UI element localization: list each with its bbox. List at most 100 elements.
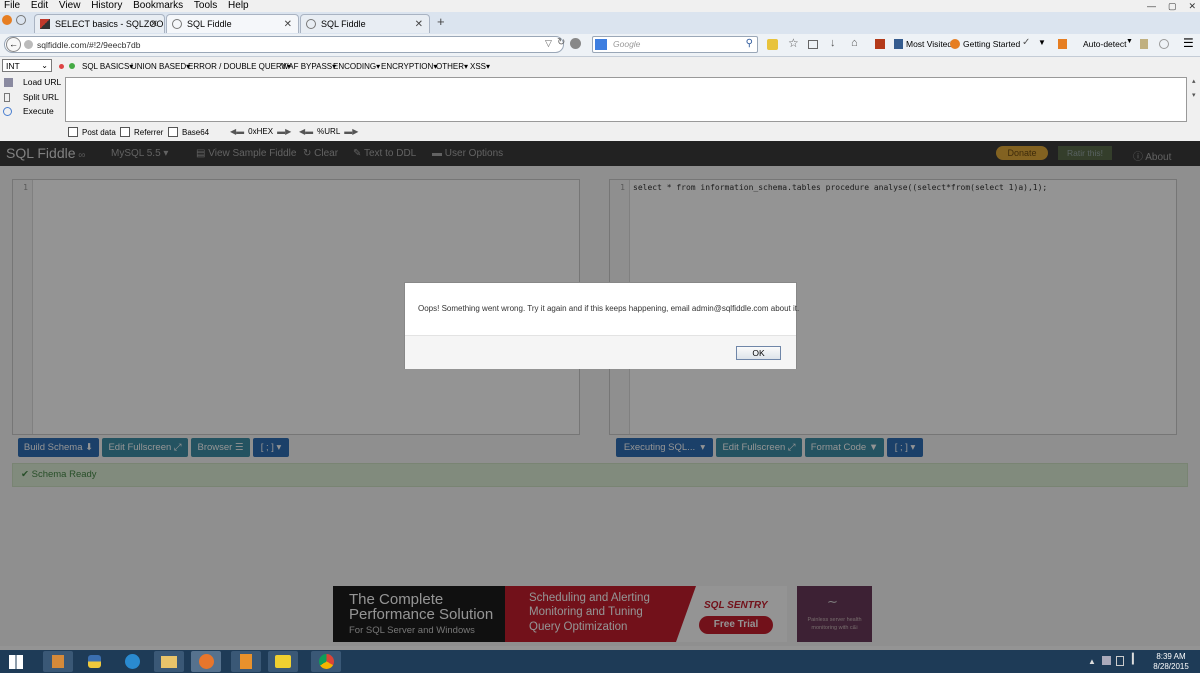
show-hidden-icons-icon[interactable]: ▲ (1088, 657, 1096, 666)
close-window-icon[interactable]: ✕ (1188, 1, 1196, 12)
sqlfiddle-favicon-icon (306, 19, 316, 29)
getting-started-icon (950, 39, 960, 49)
taskbar-app-icon[interactable] (43, 651, 73, 672)
taskbar-globe-icon[interactable] (117, 651, 147, 672)
reload-icon[interactable]: ↻ (557, 37, 565, 48)
search-icon[interactable]: ⚲ (746, 38, 753, 49)
left-arrow-icon[interactable]: ◀▬ (230, 127, 244, 136)
menu-edit[interactable]: Edit (31, 0, 48, 11)
ok-button[interactable]: OK (736, 346, 781, 360)
execute-button[interactable]: Execute (23, 106, 54, 116)
new-tab-icon[interactable]: + (437, 14, 445, 29)
extension-icon[interactable] (875, 39, 885, 49)
notes-icon[interactable] (1140, 39, 1148, 49)
site-identity-icon[interactable] (24, 40, 33, 49)
auto-detect-menu[interactable]: Auto-detect (1083, 39, 1126, 49)
tab-label: SQL Fiddle (187, 19, 232, 29)
tray-app-icon[interactable] (1102, 656, 1111, 665)
noscript-icon[interactable] (1159, 39, 1169, 49)
menu-tools[interactable]: Tools (194, 0, 217, 11)
close-tab-icon[interactable]: ✕ (415, 15, 423, 33)
post-data-checkbox[interactable]: Post data (68, 127, 116, 137)
taskbar-fw-icon[interactable] (268, 651, 298, 672)
most-visited-bookmark[interactable]: Most Visited (906, 39, 952, 49)
hackbar-menu-waf-bypass[interactable]: WAF BYPASS▾ (281, 62, 336, 71)
type-select[interactable]: INT ⌄ (2, 59, 52, 72)
taskbar-firefox-icon[interactable] (191, 651, 221, 672)
getting-started-bookmark[interactable]: Getting Started (963, 39, 1020, 49)
hackbar-menu-xss[interactable]: XSS▾ (470, 62, 490, 71)
overflow-arrow-icon[interactable]: ▼ (1038, 38, 1046, 47)
hackbar-menu-other[interactable]: OTHER▾ (436, 62, 468, 71)
right-arrow-icon[interactable]: ▬▶ (277, 127, 291, 136)
clock-time[interactable]: 8:39 AM (1151, 652, 1191, 661)
split-url-button[interactable]: Split URL (23, 92, 59, 102)
firebug-icon[interactable] (1058, 39, 1067, 49)
menu-view[interactable]: View (59, 0, 81, 11)
hackbar: INT ⌄ SQL BASICS▾ UNION BASED▾ ERROR / D… (0, 57, 1200, 141)
taskbar-sublime-icon[interactable] (231, 651, 261, 672)
checkbox-box[interactable] (168, 127, 178, 137)
taskbar-python-icon[interactable] (80, 651, 110, 672)
hamburger-menu-icon[interactable]: ☰ (1183, 36, 1194, 50)
hackbar-menu-union-based[interactable]: UNION BASED▾ (131, 62, 190, 71)
url-text[interactable]: sqlfiddle.com/#!2/9eecb7db (37, 39, 141, 51)
tab-sql-fiddle-active[interactable]: SQL Fiddle ✕ (166, 14, 299, 33)
hex-encode-control[interactable]: ◀▬ 0xHEX ▬▶ (230, 127, 291, 136)
disable-icon[interactable] (59, 64, 64, 69)
search-box[interactable]: Google ⚲ (592, 36, 758, 53)
enable-icon[interactable] (69, 63, 75, 69)
google-engine-icon[interactable] (595, 39, 607, 50)
bookmark-star-icon[interactable]: ☆ (788, 36, 799, 50)
hackbar-menu-encryption[interactable]: ENCRYPTION▾ (381, 62, 437, 71)
modal-footer: OK (405, 335, 796, 369)
right-arrow-icon[interactable]: ▬▶ (344, 127, 358, 136)
scroll-down-icon[interactable]: ▾ (1192, 91, 1196, 99)
addon-icon[interactable] (570, 38, 581, 49)
dropdown-arrow-icon[interactable]: ▼ (1126, 38, 1133, 45)
split-url-icon (4, 93, 10, 102)
tab-sqlzoo[interactable]: SELECT basics - SQLZOO ✕ (34, 14, 165, 33)
close-tab-icon[interactable]: ✕ (284, 15, 292, 33)
taskbar-chrome-icon[interactable] (311, 651, 341, 672)
tab-strip: SELECT basics - SQLZOO ✕ SQL Fiddle ✕ SQ… (0, 12, 1200, 35)
url-encode-control[interactable]: ◀▬ %URL ▬▶ (299, 127, 358, 136)
type-select-value: INT (6, 61, 20, 71)
back-icon[interactable]: ← (6, 37, 21, 52)
home-icon[interactable]: ⌂ (851, 37, 858, 49)
checkbox-label: Referrer (134, 127, 164, 137)
hackbar-menu-encoding[interactable]: ENCODING▾ (333, 62, 380, 71)
maximize-icon[interactable]: ▢ (1168, 1, 1177, 12)
sync-icon[interactable] (767, 39, 778, 50)
menu-help[interactable]: Help (228, 0, 249, 11)
hackbar-url-textarea[interactable] (65, 77, 1187, 122)
checkbox-box[interactable] (120, 127, 130, 137)
load-url-button[interactable]: Load URL (23, 77, 61, 87)
network-icon[interactable]: ▎ (1132, 654, 1140, 665)
menu-bookmarks[interactable]: Bookmarks (133, 0, 183, 11)
url-bar[interactable]: ← sqlfiddle.com/#!2/9eecb7db ▽ ↻ (4, 36, 565, 53)
scroll-up-icon[interactable]: ▴ (1192, 77, 1196, 85)
bookmarks-list-icon[interactable] (808, 40, 818, 49)
windows-start-icon[interactable] (9, 655, 23, 669)
tray-flag-icon[interactable] (1116, 656, 1124, 666)
checkbox-box[interactable] (68, 127, 78, 137)
left-arrow-icon[interactable]: ◀▬ (299, 127, 313, 136)
firefox-icon[interactable] (2, 15, 12, 25)
download-icon[interactable]: ↓ (830, 37, 836, 49)
minimize-icon[interactable]: — (1147, 1, 1156, 11)
taskbar-explorer-icon[interactable] (154, 651, 184, 672)
hackbar-menu-error-double-query[interactable]: ERROR / DOUBLE QUERY▾ (188, 62, 291, 71)
tab-groups-icon[interactable] (16, 15, 26, 25)
menu-history[interactable]: History (91, 0, 122, 11)
tools-icon[interactable]: ✓ (1022, 37, 1030, 48)
hackbar-menu-sql-basics[interactable]: SQL BASICS▾ (82, 62, 133, 71)
clock-date[interactable]: 8/28/2015 (1151, 662, 1191, 671)
modal-backdrop[interactable] (0, 141, 1200, 650)
base64-checkbox[interactable]: Base64 (168, 127, 209, 137)
close-tab-icon[interactable]: ✕ (150, 15, 158, 33)
tab-sql-fiddle[interactable]: SQL Fiddle ✕ (300, 14, 430, 33)
dropdown-arrow-icon[interactable]: ▽ (545, 38, 552, 49)
menu-file[interactable]: File (4, 0, 20, 11)
referrer-checkbox[interactable]: Referrer (120, 127, 163, 137)
